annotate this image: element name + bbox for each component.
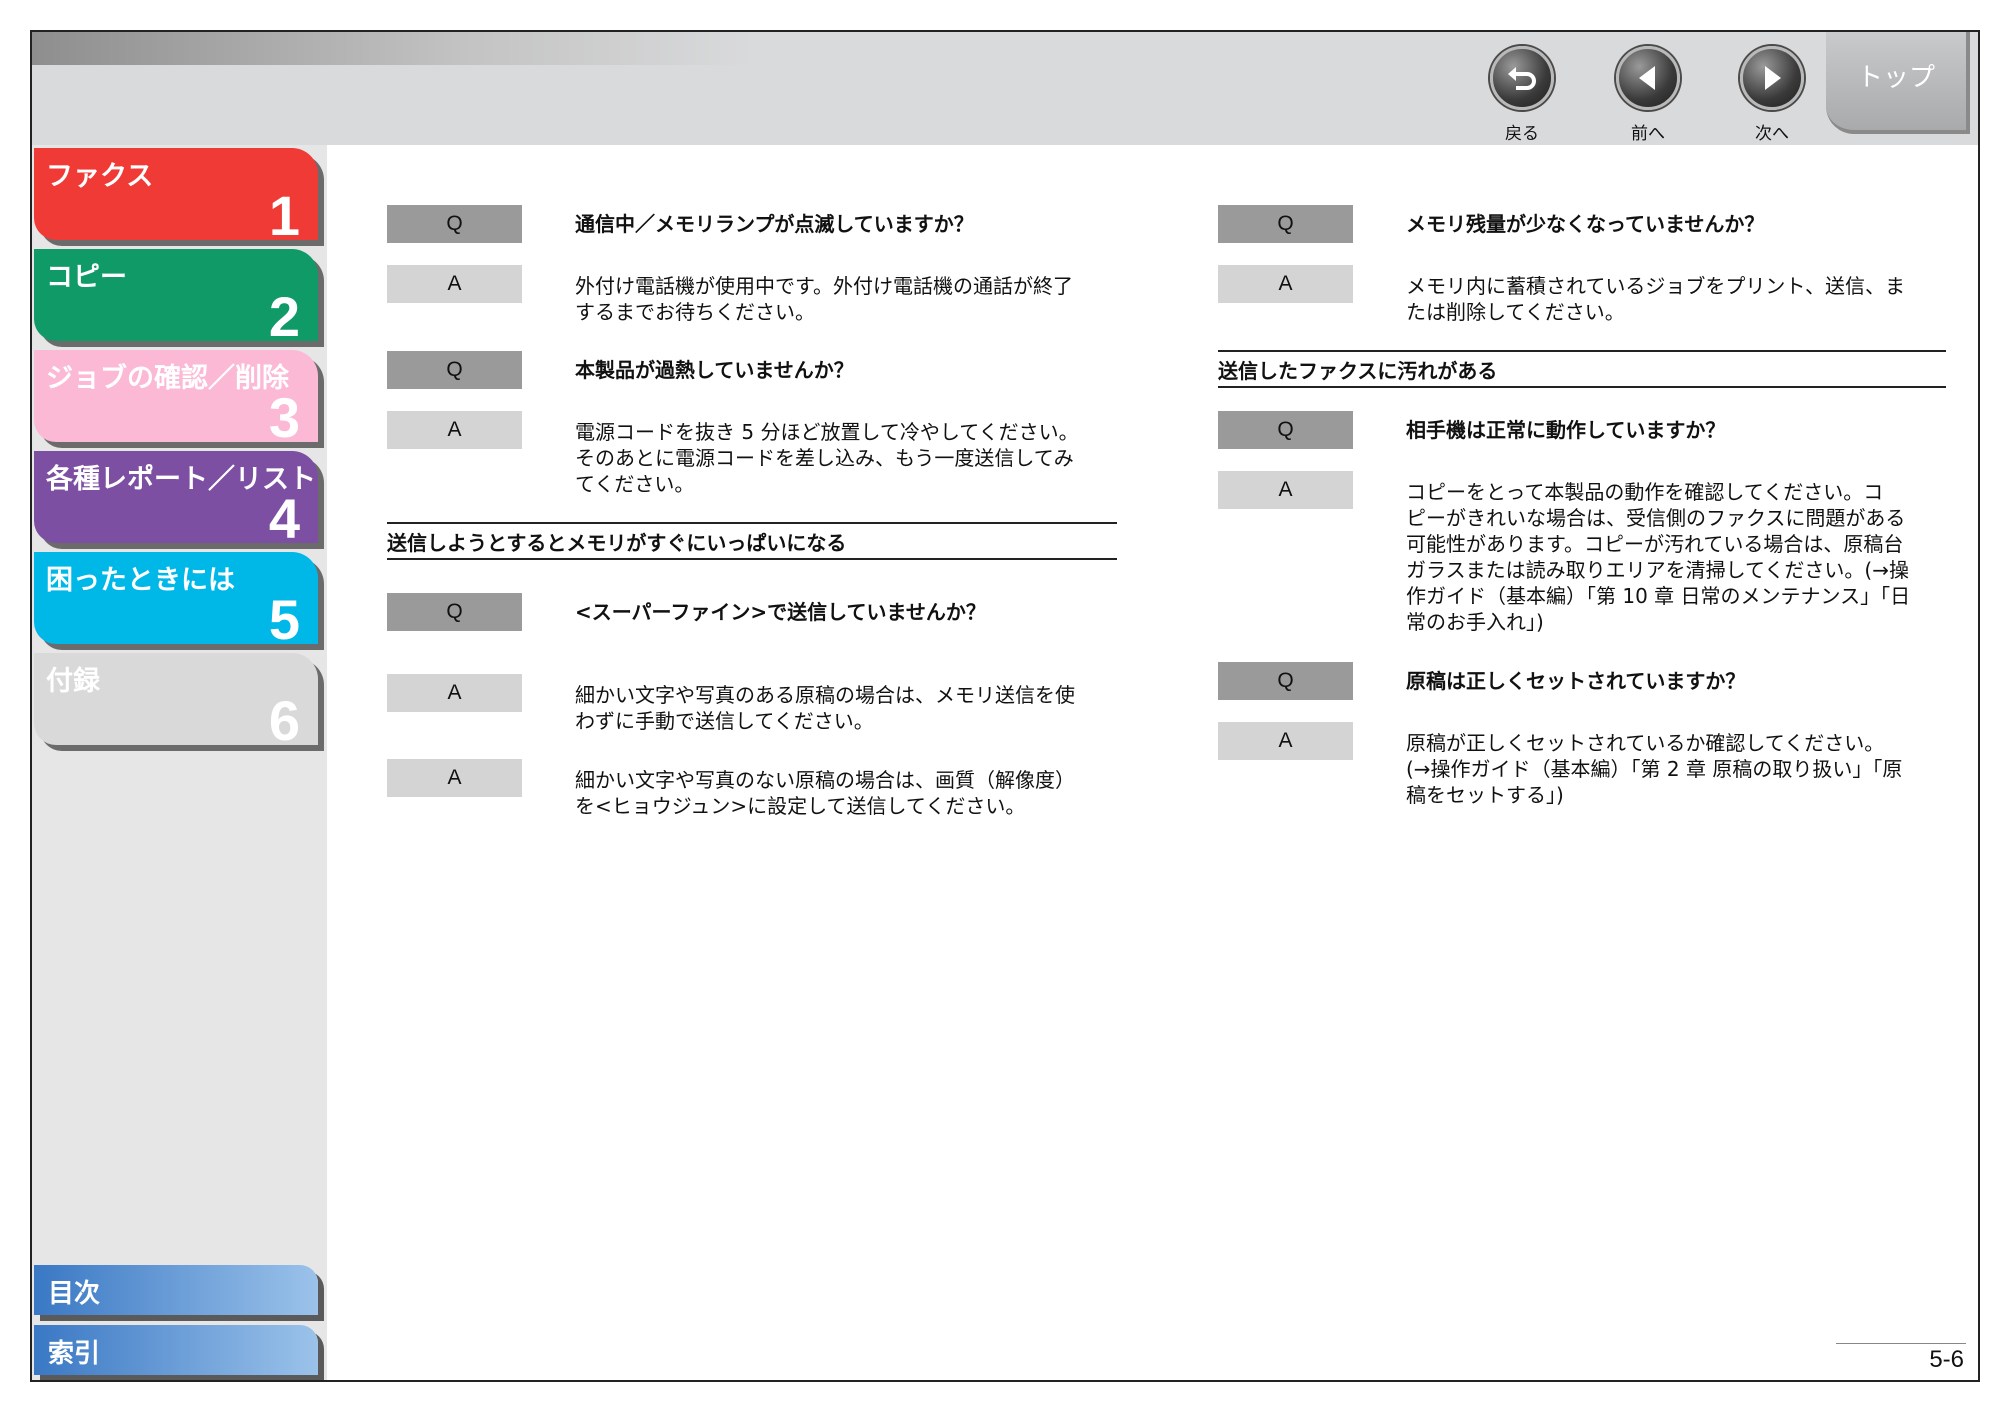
q-badge: Q bbox=[387, 205, 522, 243]
toolbar-gradient bbox=[32, 32, 752, 65]
q-badge: Q bbox=[387, 351, 522, 389]
contents-label: 目次 bbox=[48, 1279, 101, 1309]
back-button[interactable]: 戻る bbox=[1487, 46, 1557, 144]
chapter-tab-fax[interactable]: ファクス 1 bbox=[34, 148, 318, 240]
a-badge: A bbox=[1218, 265, 1353, 303]
chapter-number: 1 bbox=[268, 184, 300, 240]
answer-text: 原稿が正しくセットされているか確認してください。 (→操作ガイド（基本編）「第 … bbox=[1406, 730, 1902, 808]
chapter-tab-appendix[interactable]: 付録 6 bbox=[34, 653, 318, 745]
a-badge: A bbox=[387, 674, 522, 712]
answer-line: 稿をセットする」) bbox=[1406, 783, 1564, 807]
q-badge: Q bbox=[1218, 662, 1353, 700]
answer-line: コピーをとって本製品の動作を確認してください。コ bbox=[1406, 480, 1884, 504]
contents-button[interactable]: 目次 bbox=[34, 1265, 318, 1315]
chapter-label: 困ったときには bbox=[46, 565, 235, 596]
chapter-label: ファクス bbox=[46, 161, 154, 192]
answer-line: 細かい文字や写真のある原稿の場合は、メモリ送信を使 bbox=[575, 683, 1075, 707]
answer-line: 外付け電話機が使用中です。外付け電話機の通話が終了 bbox=[575, 274, 1073, 298]
top-toolbar: 戻る 前へ 次へ トップ bbox=[32, 32, 1978, 145]
question-text: メモリ残量が少なくなっていませんか？ bbox=[1406, 212, 1765, 236]
section-heading: 送信したファクスに汚れがある bbox=[1218, 350, 1946, 388]
answer-line: を<ヒョウジュン>に設定して送信してください。 bbox=[575, 794, 1026, 818]
index-button[interactable]: 索引 bbox=[34, 1325, 318, 1375]
chapter-label: ジョブの確認／削除 bbox=[46, 363, 289, 394]
previous-label: 前へ bbox=[1631, 124, 1665, 144]
answer-text: 外付け電話機が使用中です。外付け電話機の通話が終了 するまでお待ちください。 bbox=[575, 273, 1073, 325]
answer-line: てください。 bbox=[575, 472, 695, 496]
question-text: 通信中／メモリランプが点滅していますか？ bbox=[575, 212, 974, 236]
answer-line: ガラスまたは読み取りエリアを清掃してください。(→操 bbox=[1406, 558, 1909, 582]
question-text: 原稿は正しくセットされていますか？ bbox=[1406, 669, 1746, 693]
back-icon bbox=[1490, 46, 1554, 110]
back-label: 戻る bbox=[1505, 124, 1539, 144]
page-number-rule bbox=[1836, 1343, 1966, 1344]
answer-text: 細かい文字や写真のある原稿の場合は、メモリ送信を使 わずに手動で送信してください… bbox=[575, 682, 1075, 734]
chapter-label: 付録 bbox=[46, 666, 100, 697]
answer-line: 作ガイド（基本編）「第 10 章 日常のメンテナンス」「日 bbox=[1406, 584, 1911, 608]
answer-line: (→操作ガイド（基本編）「第 2 章 原稿の取り扱い」「原 bbox=[1406, 757, 1903, 781]
answer-text: 電源コードを抜き 5 分ほど放置して冷やしてください。 そのあとに電源コードを差… bbox=[575, 419, 1079, 497]
previous-button[interactable]: 前へ bbox=[1613, 46, 1683, 144]
answer-line: わずに手動で送信してください。 bbox=[575, 709, 874, 733]
chapter-number: 5 bbox=[268, 588, 300, 644]
answer-line: 常のお手入れ」) bbox=[1406, 610, 1544, 634]
page-number: 5-6 bbox=[1929, 1346, 1964, 1373]
answer-line: 可能性があります。コピーが汚れている場合は、原稿台 bbox=[1406, 532, 1904, 556]
section-heading: 送信しようとするとメモリがすぐにいっぱいになる bbox=[387, 522, 1117, 560]
answer-text: コピーをとって本製品の動作を確認してください。コ ピーがきれいな場合は、受信側の… bbox=[1406, 479, 1910, 635]
chapter-number: 3 bbox=[268, 386, 300, 442]
a-badge: A bbox=[387, 759, 522, 797]
next-icon bbox=[1740, 46, 1804, 110]
chapter-sidebar: ファクス 1 コピー 2 ジョブの確認／削除 3 各種レポート／リスト 4 困っ… bbox=[32, 145, 327, 1380]
chapter-tab-copy[interactable]: コピー 2 bbox=[34, 249, 318, 341]
answer-line: メモリ内に蓄積されているジョブをプリント、送信、ま bbox=[1406, 274, 1905, 298]
answer-line: たは削除してください。 bbox=[1406, 300, 1625, 324]
answer-line: ピーがきれいな場合は、受信側のファクスに問題がある bbox=[1406, 506, 1906, 530]
answer-line: 電源コードを抜き 5 分ほど放置して冷やしてください。 bbox=[575, 420, 1079, 444]
answer-line: 原稿が正しくセットされているか確認してください。 bbox=[1406, 731, 1885, 755]
q-badge: Q bbox=[1218, 205, 1353, 243]
chapter-tab-reports[interactable]: 各種レポート／リスト 4 bbox=[34, 451, 318, 543]
answer-line: するまでお待ちください。 bbox=[575, 300, 815, 324]
page-frame: 戻る 前へ 次へ トップ ファクス 1 コピー 2 ジョブの確認／削除 3 各種… bbox=[30, 30, 1980, 1382]
question-text: 相手機は正常に動作していますか？ bbox=[1406, 418, 1726, 442]
q-badge: Q bbox=[1218, 411, 1353, 449]
answer-text: 細かい文字や写真のない原稿の場合は、画質（解像度） を<ヒョウジュン>に設定して… bbox=[575, 767, 1075, 819]
a-badge: A bbox=[1218, 722, 1353, 760]
answer-line: そのあとに電源コードを差し込み、もう一度送信してみ bbox=[575, 446, 1074, 470]
next-button[interactable]: 次へ bbox=[1737, 46, 1807, 144]
chapter-number: 2 bbox=[268, 285, 300, 341]
chapter-tab-job-check[interactable]: ジョブの確認／削除 3 bbox=[34, 350, 318, 442]
answer-text: メモリ内に蓄積されているジョブをプリント、送信、ま たは削除してください。 bbox=[1406, 273, 1905, 325]
top-button[interactable]: トップ bbox=[1826, 32, 1970, 134]
chapter-number: 6 bbox=[268, 689, 300, 745]
chapter-tab-troubleshooting[interactable]: 困ったときには 5 bbox=[34, 552, 318, 644]
next-label: 次へ bbox=[1755, 124, 1789, 144]
index-label: 索引 bbox=[48, 1339, 101, 1369]
previous-icon bbox=[1616, 46, 1680, 110]
question-text: 本製品が過熱していませんか？ bbox=[575, 358, 854, 382]
answer-line: 細かい文字や写真のない原稿の場合は、画質（解像度） bbox=[575, 768, 1075, 792]
chapter-label: コピー bbox=[46, 262, 127, 293]
a-badge: A bbox=[387, 265, 522, 303]
chapter-number: 4 bbox=[268, 487, 300, 543]
q-badge: Q bbox=[387, 593, 522, 631]
a-badge: A bbox=[1218, 471, 1353, 509]
question-text: <スーパーファイン>で送信していませんか？ bbox=[575, 600, 986, 624]
a-badge: A bbox=[387, 411, 522, 449]
top-label: トップ bbox=[1856, 63, 1935, 93]
